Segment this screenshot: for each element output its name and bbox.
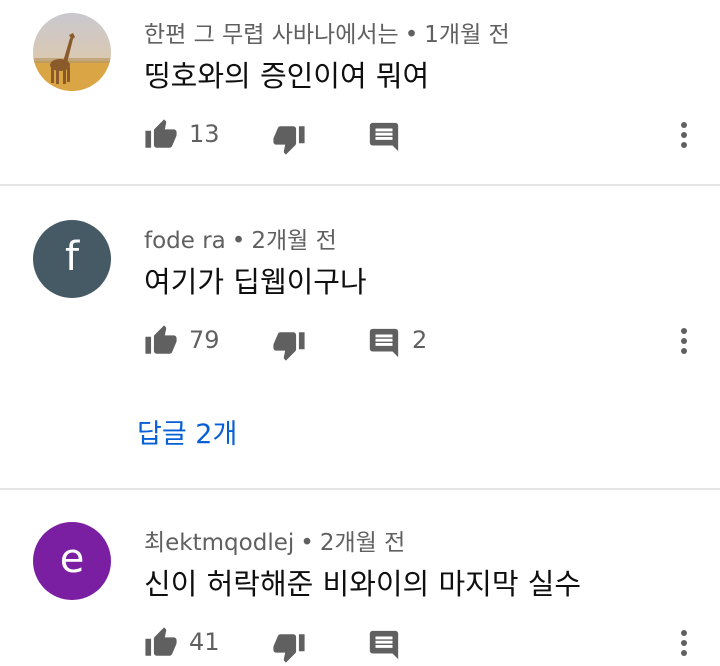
more-options-icon[interactable] (672, 324, 696, 358)
comment-actions: 79 2 (0, 324, 720, 364)
author-name[interactable]: 한편 그 무렵 사바나에서는 (144, 22, 399, 48)
more-options-icon[interactable] (672, 118, 696, 152)
giraffe-image (33, 13, 111, 91)
comment-actions: 13 (0, 118, 720, 158)
like-icon[interactable] (144, 324, 178, 358)
more-options-icon[interactable] (672, 626, 696, 660)
dislike-icon[interactable] (272, 328, 306, 362)
separator-dot: • (300, 530, 314, 556)
comment-2: f fode ra • 2개월 전 여기가 딥웹이구나 79 2 답글 2개 (0, 186, 720, 488)
avatar-giraffe[interactable] (33, 13, 111, 91)
like-count: 41 (189, 628, 220, 656)
comment-text: 띵호와의 증인이여 뭐여 (144, 59, 430, 93)
comment-text: 신이 허락해준 비와이의 마지막 실수 (144, 567, 582, 601)
avatar-f[interactable]: f (33, 220, 111, 298)
comment-time[interactable]: 2개월 전 (320, 530, 405, 556)
like-icon[interactable] (144, 118, 178, 152)
reply-count: 2 (412, 326, 428, 354)
comment-actions: 41 (0, 626, 720, 666)
view-replies-link[interactable]: 답글 2개 (137, 412, 237, 451)
avatar-letter: f (64, 234, 80, 280)
comment-3: e 최ektmqodlej • 2개월 전 신이 허락해준 비와이의 마지막 실수 … (0, 490, 720, 666)
comment-time[interactable]: 2개월 전 (251, 228, 336, 254)
reply-icon[interactable] (367, 120, 401, 154)
dislike-icon[interactable] (272, 630, 306, 664)
like-count: 13 (189, 120, 220, 148)
avatar-letter: e (59, 536, 85, 582)
dislike-icon[interactable] (272, 122, 306, 156)
avatar-e[interactable]: e (33, 522, 111, 600)
comment-1: 한편 그 무렵 사바나에서는 • 1개월 전 띵호와의 증인이여 뭐여 13 (0, 0, 720, 184)
comment-meta: 최ektmqodlej • 2개월 전 (144, 523, 405, 557)
reply-icon[interactable] (367, 326, 401, 360)
author-name[interactable]: fode ra (144, 228, 226, 254)
comment-text: 여기가 딥웹이구나 (144, 265, 367, 299)
like-icon[interactable] (144, 626, 178, 660)
author-name[interactable]: 최ektmqodlej (144, 530, 294, 556)
comment-time[interactable]: 1개월 전 (424, 22, 509, 48)
like-count: 79 (189, 326, 220, 354)
separator-dot: • (231, 228, 246, 254)
comment-meta: fode ra • 2개월 전 (144, 221, 337, 255)
separator-dot: • (404, 22, 419, 48)
comment-meta: 한편 그 무렵 사바나에서는 • 1개월 전 (144, 15, 510, 49)
reply-icon[interactable] (367, 628, 401, 662)
